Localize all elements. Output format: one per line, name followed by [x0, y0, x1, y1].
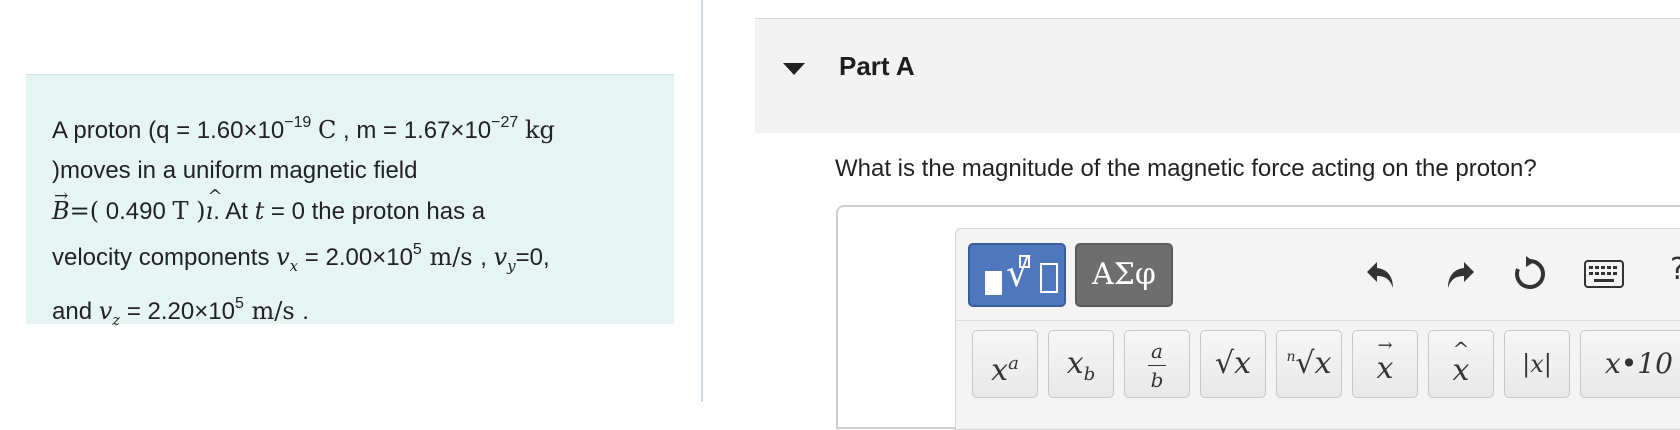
greek-symbols-button[interactable]: ΑΣφ [1075, 243, 1173, 307]
part-header: Part A [755, 18, 1680, 133]
subscript-base: x [1066, 346, 1084, 381]
vz-exponent: 5 [234, 294, 244, 312]
pane-divider[interactable] [701, 0, 703, 402]
vx-value: = 2.00×10 [298, 244, 413, 271]
redo-icon[interactable] [1438, 254, 1478, 294]
nth-root-button[interactable]: n√x [1276, 330, 1342, 398]
reset-icon[interactable] [1510, 254, 1550, 294]
abs-button[interactable]: |x| [1504, 330, 1570, 398]
problem-line-1: A proton (q = 1.60×10−19 C , m = 1.67×10… [52, 105, 648, 151]
vector-label: x [1376, 351, 1394, 386]
b-field-value: 0.490 [99, 198, 173, 225]
vx-unit: m/s [421, 243, 481, 271]
subscript-button[interactable]: xb [1048, 330, 1114, 398]
superscript-base: x [991, 353, 1009, 388]
vector-button[interactable]: → x [1352, 330, 1418, 398]
sci-notation-label: x•10 [1605, 347, 1673, 380]
charge-exponent: −19 [284, 114, 312, 131]
templates-box-icon [1040, 263, 1058, 293]
superscript-exp: a [1008, 353, 1019, 374]
templates-block-icon [985, 271, 1002, 295]
comma: , [480, 244, 494, 271]
vy-value: =0, [515, 244, 550, 271]
vz-symbol: v [98, 296, 113, 325]
help-icon[interactable]: ? [1670, 252, 1680, 287]
vy-subscript: y [507, 256, 516, 275]
fraction-bar [1148, 365, 1166, 366]
charge-text: A proton (q = 1.60×10 [52, 117, 285, 144]
fraction-numerator: a [1151, 339, 1163, 363]
nth-root-index: n [1286, 349, 1296, 365]
collapse-caret-icon[interactable] [783, 63, 805, 75]
part-title: Part A [839, 51, 915, 81]
vx-symbol: v [276, 243, 290, 271]
mass-unit: kg [524, 116, 555, 144]
problem-line-3: → B=( 0.490 T ) ^ ı. At t = 0 the proton ha… [52, 186, 648, 232]
problem-line-2: )moves in a uniform magnetic field [52, 157, 418, 184]
templates-button[interactable]: √ [968, 243, 1066, 307]
unit-vector-label: x [1452, 353, 1470, 388]
sqrt-button[interactable]: √x [1200, 330, 1266, 398]
vz-subscript: z [112, 310, 121, 329]
velocity-text: velocity components [52, 244, 277, 271]
mass-text: , m = 1.67×10 [336, 117, 492, 144]
problem-line-4: velocity components vx = 2.00×105 m/s , … [52, 232, 648, 286]
and-text: and [52, 297, 99, 325]
period: . [302, 297, 309, 325]
i-hat-symbol: ^ ı [205, 186, 223, 225]
vz-unit: m/s [243, 296, 303, 325]
templates-radical-icon: √ [1006, 251, 1031, 295]
superscript-button[interactable]: xa [972, 330, 1038, 398]
time-value: = 0 the proton has a [264, 198, 486, 225]
toolbar-divider [955, 320, 1680, 321]
vz-value: = 2.20×10 [120, 297, 235, 325]
b-field-unit: T [172, 197, 189, 225]
charge-unit: C [318, 116, 337, 144]
t-symbol: t [254, 197, 265, 225]
subscript-sub: b [1083, 364, 1096, 385]
vx-subscript: x [289, 256, 299, 275]
problem-statement: A proton (q = 1.60×10−19 C , m = 1.67×10… [26, 74, 674, 329]
fraction-button[interactable]: a b [1124, 330, 1190, 398]
vx-exponent: 5 [412, 241, 422, 258]
b-field-equals: =( [69, 197, 100, 225]
vector-arrow-icon: → [1377, 335, 1393, 356]
unit-vector-button[interactable]: ^ x [1428, 330, 1494, 398]
problem-line-5: and vz = 2.20×105 m/s . [52, 286, 648, 340]
b-field-symbol: → B [52, 186, 70, 225]
sci-notation-button[interactable]: x•10 [1580, 330, 1680, 398]
b-field-close: ) [188, 197, 206, 225]
nth-root-label: √x [1295, 346, 1332, 381]
hat-icon: ^ [1452, 337, 1470, 361]
question-text: What is the magnitude of the magnetic fo… [835, 155, 1537, 182]
sqrt-label: √x [1214, 346, 1252, 381]
fraction-denominator: b [1150, 368, 1164, 392]
mass-exponent: −27 [491, 114, 519, 131]
keyboard-icon[interactable] [1584, 260, 1624, 288]
abs-label: |x| [1522, 350, 1552, 378]
undo-icon[interactable] [1363, 254, 1403, 294]
vy-symbol: v [493, 243, 508, 271]
